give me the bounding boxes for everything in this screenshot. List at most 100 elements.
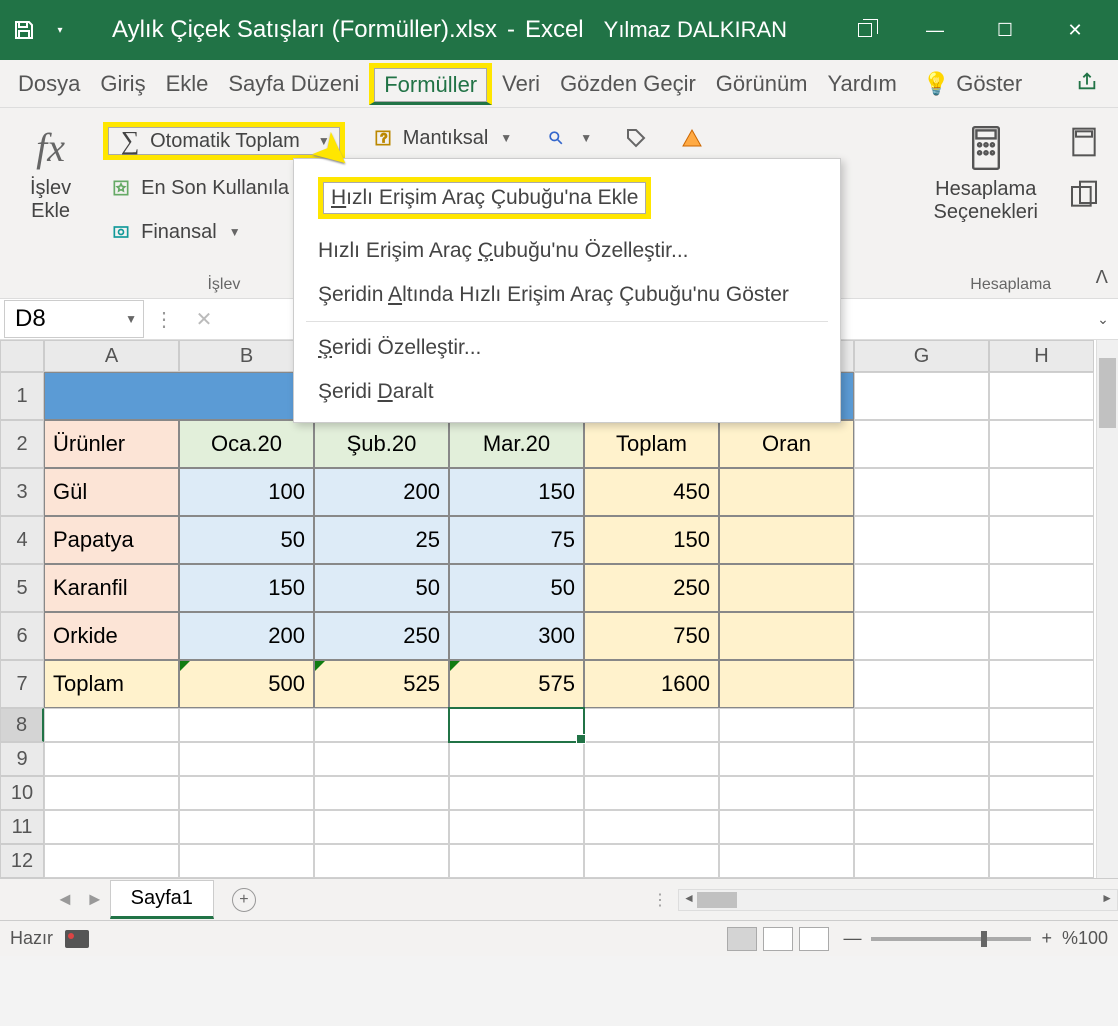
cell[interactable] xyxy=(989,708,1094,742)
row-header-10[interactable]: 10 xyxy=(0,776,44,810)
logical-button[interactable]: ? Mantıksal ▼ xyxy=(365,122,518,154)
error-check-button[interactable] xyxy=(674,122,710,154)
row-header-8[interactable]: 8 xyxy=(0,708,44,742)
menu-customize-qat[interactable]: Hızlı Erişim Araç Çubuğu'nu Özelleştir..… xyxy=(294,229,840,273)
cell[interactable] xyxy=(854,810,989,844)
cell[interactable]: Toplam xyxy=(44,660,179,708)
row-header-1[interactable]: 1 xyxy=(0,372,44,420)
restore-window-icon[interactable] xyxy=(830,10,900,50)
tab-file[interactable]: Dosya xyxy=(8,63,90,105)
cell[interactable] xyxy=(719,660,854,708)
qat-dropdown-icon[interactable]: ▾ xyxy=(48,25,72,36)
cell[interactable] xyxy=(719,612,854,660)
cell[interactable] xyxy=(989,564,1094,612)
cell[interactable] xyxy=(179,776,314,810)
cell[interactable] xyxy=(584,844,719,878)
view-page-break-button[interactable] xyxy=(799,927,829,951)
cell[interactable] xyxy=(449,742,584,776)
row-header-5[interactable]: 5 xyxy=(0,564,44,612)
cell[interactable] xyxy=(719,468,854,516)
scrollbar-thumb[interactable] xyxy=(1099,358,1116,428)
macro-record-icon[interactable] xyxy=(65,930,89,948)
cell[interactable] xyxy=(854,564,989,612)
cell[interactable]: 250 xyxy=(314,612,449,660)
add-sheet-button[interactable]: + xyxy=(232,888,256,912)
cell[interactable]: 300 xyxy=(449,612,584,660)
cell[interactable] xyxy=(854,516,989,564)
cell[interactable] xyxy=(989,844,1094,878)
cell[interactable] xyxy=(44,708,179,742)
cell[interactable]: Orkide xyxy=(44,612,179,660)
cell[interactable] xyxy=(854,612,989,660)
cell[interactable] xyxy=(719,564,854,612)
menu-add-to-qat[interactable]: Hızlı Erişim Araç Çubuğu'na Ekle xyxy=(294,167,840,229)
cell[interactable] xyxy=(314,810,449,844)
cell[interactable] xyxy=(449,776,584,810)
cell[interactable] xyxy=(584,708,719,742)
cell[interactable]: Ürünler xyxy=(44,420,179,468)
cell[interactable]: Oca.20 xyxy=(179,420,314,468)
cell[interactable]: 250 xyxy=(584,564,719,612)
cell[interactable]: Gül xyxy=(44,468,179,516)
view-page-layout-button[interactable] xyxy=(763,927,793,951)
tab-home[interactable]: Giriş xyxy=(90,63,155,105)
cell[interactable] xyxy=(854,372,989,420)
cell[interactable] xyxy=(854,468,989,516)
tab-data[interactable]: Veri xyxy=(492,63,550,105)
cell[interactable]: 25 xyxy=(314,516,449,564)
view-normal-button[interactable] xyxy=(727,927,757,951)
cell[interactable] xyxy=(989,810,1094,844)
insert-function-button[interactable]: fx İşlev Ekle xyxy=(18,116,83,231)
cell[interactable] xyxy=(719,810,854,844)
maximize-button[interactable]: ☐ xyxy=(970,10,1040,50)
minimize-button[interactable]: — xyxy=(900,10,970,50)
cell[interactable] xyxy=(179,742,314,776)
collapse-ribbon-icon[interactable]: ᐱ xyxy=(1096,267,1108,288)
row-header-12[interactable]: 12 xyxy=(0,844,44,878)
cell[interactable] xyxy=(44,844,179,878)
cell[interactable] xyxy=(584,742,719,776)
scroll-right-icon[interactable]: ► xyxy=(1101,891,1113,905)
cell[interactable] xyxy=(854,420,989,468)
sheet-nav-next-icon[interactable]: ► xyxy=(86,889,104,910)
cell[interactable] xyxy=(314,742,449,776)
cell[interactable]: Toplam xyxy=(584,420,719,468)
cell[interactable]: Oran xyxy=(719,420,854,468)
zoom-out-icon[interactable]: — xyxy=(843,928,861,949)
cell[interactable] xyxy=(179,844,314,878)
tell-me-search[interactable]: 💡 Göster xyxy=(913,63,1032,105)
cell[interactable] xyxy=(179,810,314,844)
cell[interactable] xyxy=(584,810,719,844)
cell[interactable] xyxy=(719,844,854,878)
cell[interactable]: 100 xyxy=(179,468,314,516)
zoom-percent[interactable]: %100 xyxy=(1062,928,1108,949)
cell[interactable]: 150 xyxy=(449,468,584,516)
cell[interactable] xyxy=(314,776,449,810)
cell[interactable]: 525 xyxy=(314,660,449,708)
horizontal-scrollbar[interactable]: ◄ ► xyxy=(678,889,1118,911)
calc-sheet-icon[interactable] xyxy=(1068,179,1100,216)
share-icon[interactable] xyxy=(1064,64,1110,103)
zoom-slider[interactable]: — + %100 xyxy=(843,928,1108,949)
vertical-scrollbar[interactable] xyxy=(1096,340,1118,878)
scroll-left-icon[interactable]: ◄ xyxy=(683,891,695,905)
cell[interactable] xyxy=(989,516,1094,564)
col-header-G[interactable]: G xyxy=(854,340,989,372)
cell[interactable]: Papatya xyxy=(44,516,179,564)
cell[interactable] xyxy=(44,810,179,844)
cell[interactable] xyxy=(989,742,1094,776)
cell[interactable]: 750 xyxy=(584,612,719,660)
zoom-in-icon[interactable]: + xyxy=(1041,928,1052,949)
expand-formula-bar-icon[interactable]: ⌄ xyxy=(1088,311,1118,328)
cell[interactable] xyxy=(719,708,854,742)
row-header-11[interactable]: 11 xyxy=(0,810,44,844)
cell[interactable]: 150 xyxy=(179,564,314,612)
cell[interactable] xyxy=(854,660,989,708)
row-header-4[interactable]: 4 xyxy=(0,516,44,564)
save-icon[interactable] xyxy=(8,14,40,46)
col-header-H[interactable]: H xyxy=(989,340,1094,372)
cell[interactable]: 50 xyxy=(179,516,314,564)
close-button[interactable]: ✕ xyxy=(1040,10,1110,50)
cell[interactable]: 50 xyxy=(449,564,584,612)
cell[interactable]: 75 xyxy=(449,516,584,564)
